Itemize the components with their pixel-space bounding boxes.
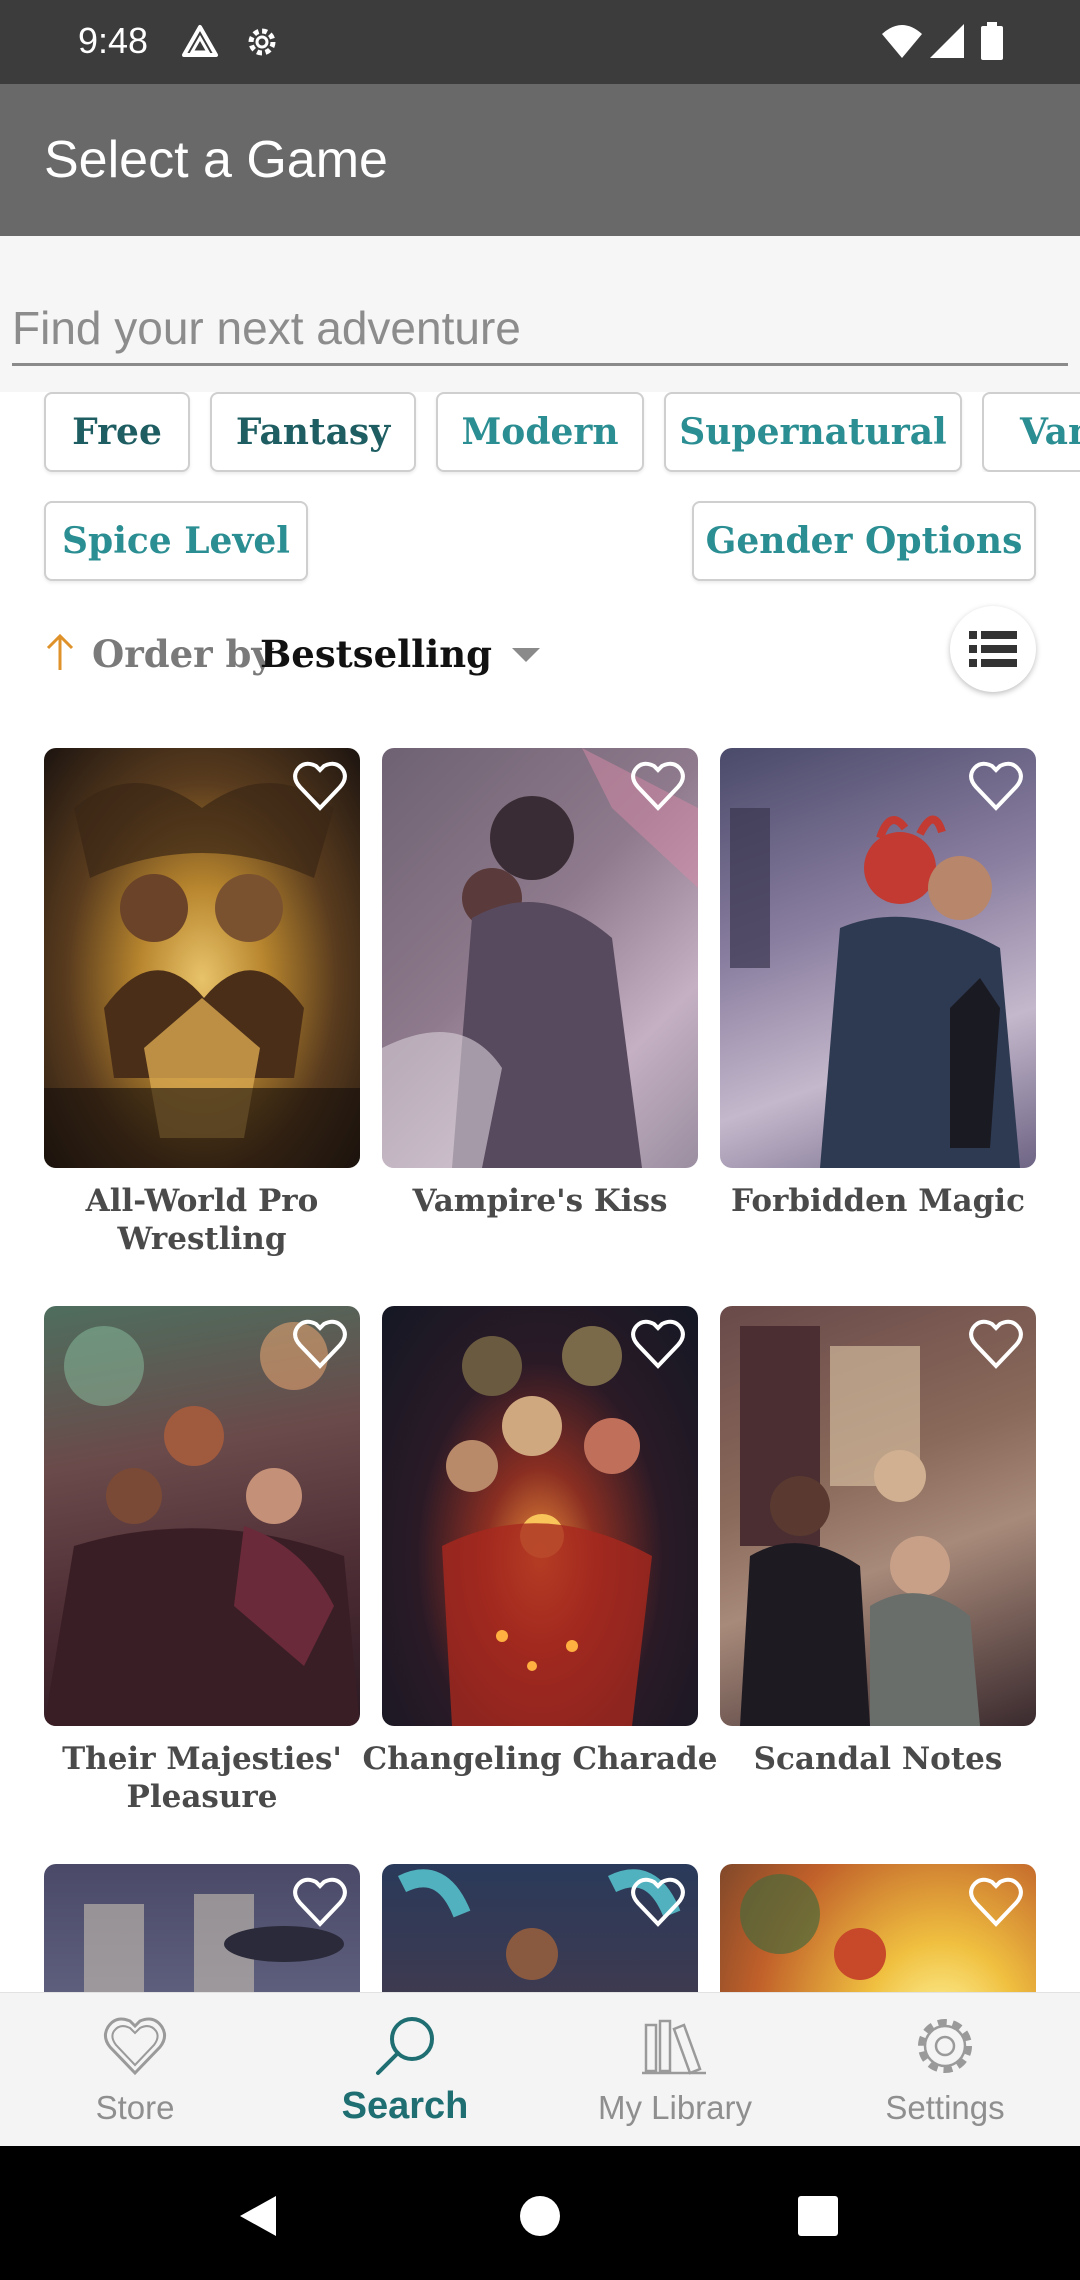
home-icon[interactable] xyxy=(518,2194,562,2238)
nav-store[interactable]: Store xyxy=(0,1993,270,2147)
wifi-icon xyxy=(882,25,922,58)
library-books-icon xyxy=(642,2019,706,2075)
nav-settings[interactable]: Settings xyxy=(810,1993,1080,2147)
game-cover-image[interactable] xyxy=(720,748,1036,1168)
game-cover-image[interactable] xyxy=(382,748,698,1168)
favorite-heart-icon[interactable] xyxy=(292,1876,348,1928)
nav-search[interactable]: Search xyxy=(270,1993,540,2147)
game-cover-image[interactable] xyxy=(44,1306,360,1726)
favorite-heart-icon[interactable] xyxy=(968,760,1024,812)
battery-icon xyxy=(981,22,1003,60)
sort-direction-icon[interactable] xyxy=(42,632,78,672)
game-title: Forbidden Magic xyxy=(731,1183,1025,1219)
game-cover-image[interactable] xyxy=(44,1864,360,1992)
favorite-heart-icon[interactable] xyxy=(968,1876,1024,1928)
settings-gear-icon xyxy=(918,2019,972,2073)
page-title: Select a Game xyxy=(44,131,388,189)
game-title: All-World Pro Wrestling xyxy=(85,1183,319,1257)
status-bar: 9:48 xyxy=(0,0,1080,84)
chevron-down-icon[interactable] xyxy=(512,648,540,664)
game-title: Vampire's Kiss xyxy=(412,1183,668,1219)
nav-my-library-label: My Library xyxy=(597,2089,753,2126)
favorite-heart-icon[interactable] xyxy=(968,1318,1024,1370)
nav-search-label: Search xyxy=(341,2085,469,2127)
game-cover-image[interactable] xyxy=(720,1864,1036,1992)
spice-level-label: Spice Level xyxy=(62,520,290,562)
back-icon[interactable] xyxy=(236,2194,280,2238)
chip-supernatural[interactable]: Supernatural xyxy=(664,392,962,472)
search-input[interactable] xyxy=(12,292,1068,366)
nav-settings-label: Settings xyxy=(885,2089,1005,2126)
chip-vampire[interactable]: Vampire xyxy=(982,392,1080,472)
drive-icon xyxy=(182,25,218,57)
system-navigation-bar xyxy=(0,2146,1080,2280)
chip-clip: Vampire xyxy=(982,392,1080,472)
favorite-heart-icon[interactable] xyxy=(630,1876,686,1928)
favorite-heart-icon[interactable] xyxy=(630,760,686,812)
list-view-icon xyxy=(969,631,1017,667)
order-by-select[interactable]: Bestselling xyxy=(260,632,492,676)
chip-fantasy[interactable]: Fantasy xyxy=(210,392,416,472)
recents-icon[interactable] xyxy=(798,2196,838,2236)
gear-icon xyxy=(248,28,276,56)
gender-options-label: Gender Options xyxy=(705,520,1023,562)
game-cover-image[interactable] xyxy=(720,1306,1036,1726)
favorite-heart-icon[interactable] xyxy=(630,1318,686,1370)
game-cover-image[interactable] xyxy=(44,748,360,1168)
app-bar: Select a Game xyxy=(0,84,1080,236)
chip-label: Vampire xyxy=(1020,411,1080,453)
store-heart-icon xyxy=(103,2017,167,2076)
favorite-heart-icon[interactable] xyxy=(292,1318,348,1370)
signal-icon xyxy=(930,24,964,58)
game-cover-image[interactable] xyxy=(382,1306,698,1726)
chip-label: Free xyxy=(72,411,162,453)
chip-modern[interactable]: Modern xyxy=(436,392,644,472)
game-title: Their Majesties' Pleasure xyxy=(62,1741,342,1815)
favorite-heart-icon[interactable] xyxy=(292,760,348,812)
bottom-navigation: Store Search My Library Settings xyxy=(0,1992,1080,2146)
game-grid: All-World Pro Wrestling Vampire's Kiss F… xyxy=(0,700,1080,1992)
chip-label: Supernatural xyxy=(679,411,947,453)
search-icon xyxy=(376,2017,434,2075)
chip-label: Modern xyxy=(461,411,619,453)
nav-store-label: Store xyxy=(95,2089,175,2126)
spice-level-button[interactable]: Spice Level xyxy=(44,501,308,581)
game-title: Changeling Charade xyxy=(362,1741,718,1777)
search-bar xyxy=(0,236,1080,392)
game-cover-image[interactable] xyxy=(382,1864,698,1992)
order-by-label: Order by xyxy=(92,632,273,676)
gender-options-button[interactable]: Gender Options xyxy=(692,501,1036,581)
nav-my-library[interactable]: My Library xyxy=(540,1993,810,2147)
chip-label: Fantasy xyxy=(235,411,391,453)
view-toggle-button[interactable] xyxy=(950,606,1036,692)
status-time: 9:48 xyxy=(78,20,149,61)
chip-free[interactable]: Free xyxy=(44,392,190,472)
game-title: Scandal Notes xyxy=(753,1741,1003,1777)
